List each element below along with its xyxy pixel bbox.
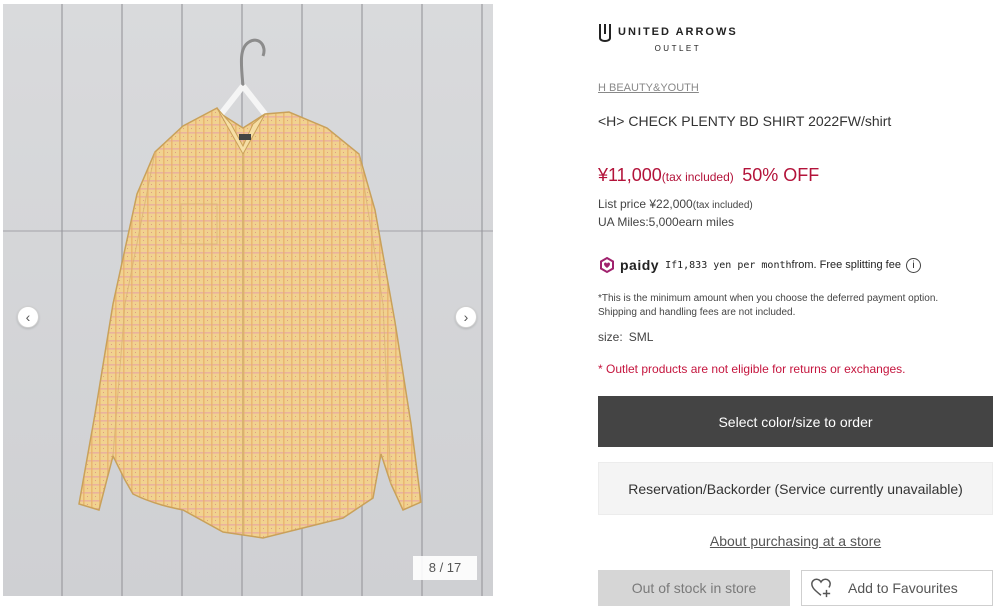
reservation-button[interactable]: Reservation/Backorder (Service currently…: [598, 462, 993, 515]
hanger-hook: [239, 38, 266, 87]
add-to-favourites-button[interactable]: Add to Favourites: [801, 570, 993, 606]
paidy-note: *This is the minimum amount when you cho…: [598, 292, 994, 320]
size-label: size:: [598, 330, 623, 344]
store-logo[interactable]: UNITED ARROWS OUTLET: [598, 22, 738, 53]
price-row: ¥11,000(tax included) 50% OFF: [598, 165, 819, 186]
paidy-monthly: If1,833 yen per month: [665, 259, 792, 271]
size-info: size: SML: [598, 330, 653, 344]
favourites-label: Add to Favourites: [848, 580, 958, 596]
paidy-suffix: from. Free splitting fee: [791, 259, 901, 271]
image-counter: 8 / 17: [413, 556, 477, 580]
product-details: UNITED ARROWS OUTLET H BEAUTY&YOUTH <H> …: [598, 0, 994, 610]
tax-note: (tax included): [661, 170, 734, 184]
product-image-gallery: ‹ › 8 / 17: [3, 4, 493, 596]
logo-name: UNITED ARROWS: [618, 26, 738, 38]
size-value: SML: [628, 330, 654, 344]
gallery-prev-button[interactable]: ‹: [17, 306, 39, 328]
sale-price: ¥11,000: [598, 165, 662, 185]
paidy-brand: paidy: [620, 257, 660, 273]
discount-badge: 50% OFF: [742, 165, 820, 185]
brand-link[interactable]: H BEAUTY&YOUTH: [598, 82, 699, 94]
gallery-next-button[interactable]: ›: [455, 306, 477, 328]
store-purchase-link[interactable]: About purchasing at a store: [598, 533, 993, 549]
heart-plus-icon: [811, 578, 831, 598]
ua-miles: UA Miles:5,000earn miles: [598, 215, 735, 229]
shirt-body: [78, 107, 422, 539]
select-color-size-button[interactable]: Select color/size to order: [598, 396, 993, 447]
logo-sub: OUTLET: [654, 44, 702, 53]
chevron-left-icon: ‹: [25, 309, 31, 325]
info-icon[interactable]: i: [905, 257, 921, 273]
paidy-note-line1: *This is the minimum amount when you cho…: [598, 293, 939, 304]
out-of-stock-button: Out of stock in store: [598, 570, 790, 606]
united-arrows-logo-icon: [599, 24, 611, 42]
list-price-value: List price ¥22,000: [598, 197, 693, 211]
list-price-tax: (tax included): [692, 200, 753, 211]
product-image[interactable]: [3, 4, 493, 596]
paidy-logo-icon: [600, 256, 614, 274]
chevron-right-icon: ›: [463, 309, 469, 325]
list-price: List price ¥22,000(tax included): [598, 197, 753, 211]
product-title: <H> CHECK PLENTY BD SHIRT 2022FW/shirt: [598, 113, 892, 129]
outlet-notice: * Outlet products are not eligible for r…: [598, 362, 906, 376]
paidy-note-line2: Shipping and handling fees are not inclu…: [598, 307, 796, 318]
paidy-row: paidy If1,833 yen per month from. Free sp…: [598, 256, 921, 274]
